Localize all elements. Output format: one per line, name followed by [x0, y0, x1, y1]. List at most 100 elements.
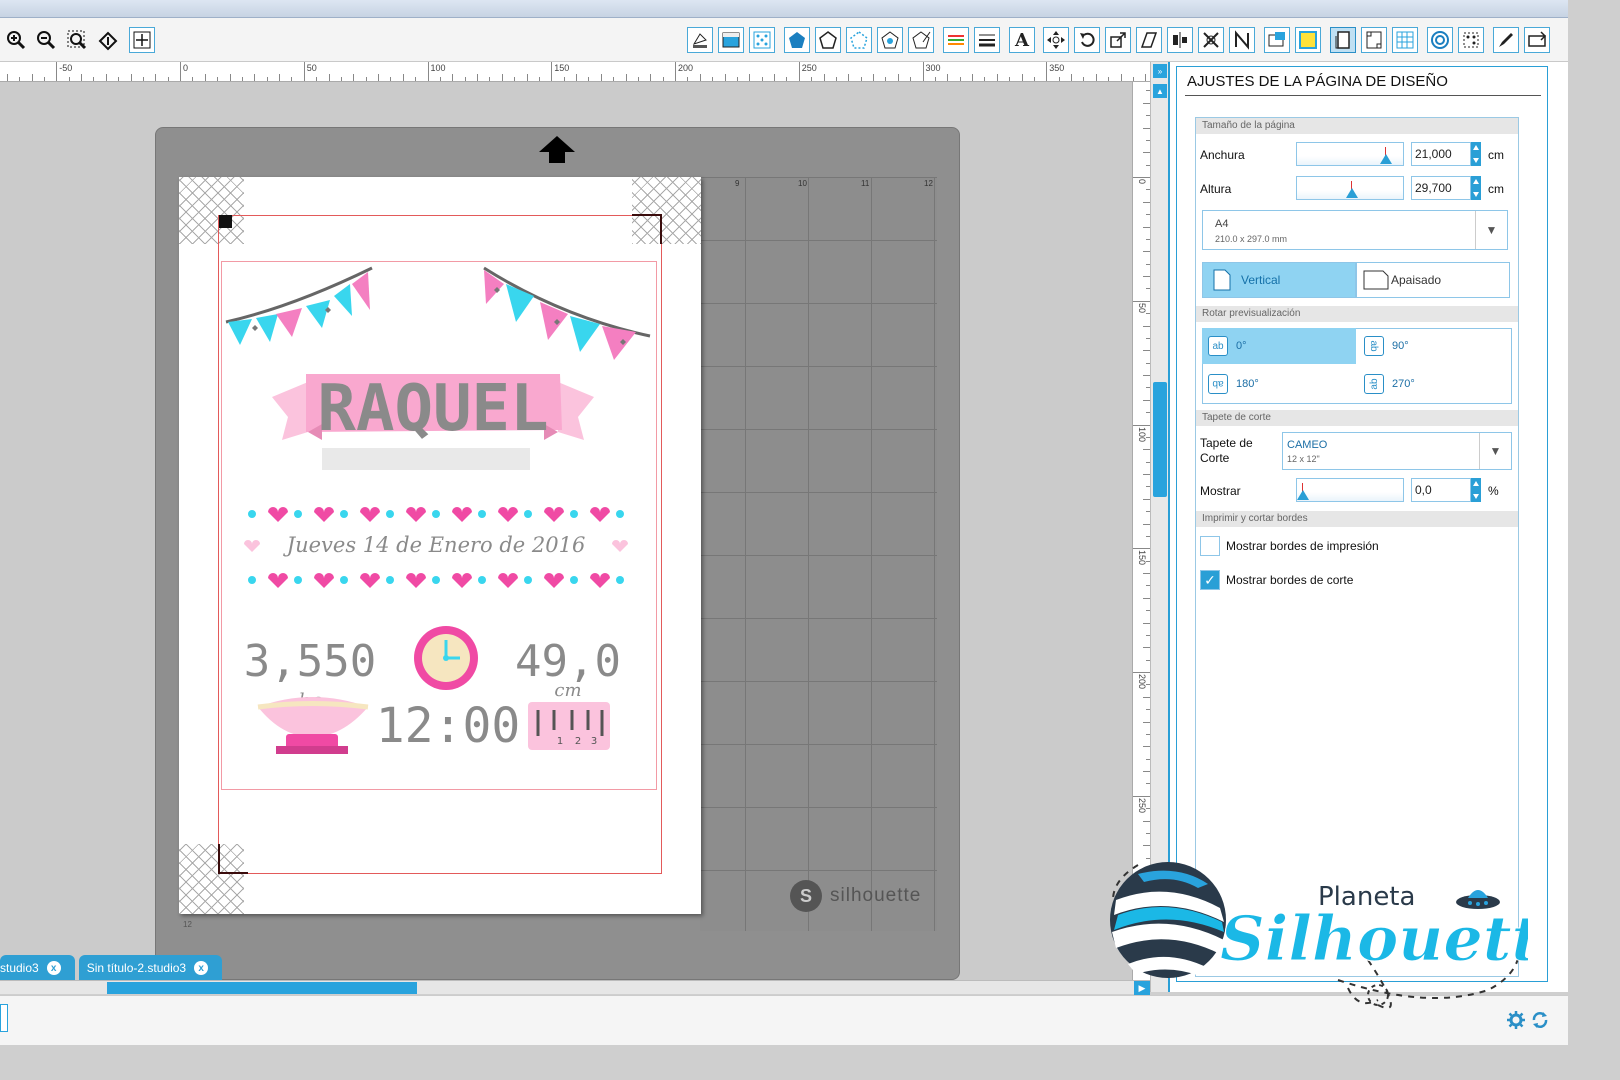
mat-bottom-number: 12	[183, 920, 192, 929]
mat-grid-number: 10	[798, 179, 807, 188]
move-icon[interactable]	[1043, 27, 1069, 53]
slider-knob[interactable]	[1380, 154, 1392, 164]
fill-color-icon[interactable]	[687, 27, 713, 53]
tab-sin-titulo-2[interactable]: Sin título-2.studio3 x	[78, 955, 223, 981]
trace-icon[interactable]	[1458, 27, 1484, 53]
ruler-tick	[996, 74, 998, 81]
send-icon[interactable]	[1524, 27, 1550, 53]
fit-to-page-icon[interactable]	[129, 27, 155, 53]
line-style-icon[interactable]	[815, 27, 841, 53]
print-borders-checkbox[interactable]	[1200, 536, 1220, 556]
sketch-icon[interactable]	[1493, 27, 1519, 53]
page-setup-icon[interactable]	[1330, 27, 1356, 53]
height-slider[interactable]	[1296, 176, 1404, 200]
orientation-landscape-button[interactable]: Apaisado	[1356, 262, 1510, 298]
orientation-vertical-button[interactable]: Vertical	[1202, 262, 1356, 298]
ruler-tick	[56, 62, 58, 81]
cut-borders-checkbox[interactable]: ✓	[1200, 570, 1220, 590]
gradient-icon[interactable]	[718, 27, 744, 53]
ruler-tick	[947, 74, 949, 81]
ruler-tick	[625, 74, 627, 81]
line-colors-icon[interactable]	[943, 27, 969, 53]
nest-icon[interactable]	[1229, 27, 1255, 53]
pan-hand-icon[interactable]	[95, 27, 121, 53]
horizontal-scroll-thumb[interactable]	[107, 982, 417, 994]
print-cut-icon[interactable]	[1295, 27, 1321, 53]
dashed-shape-icon[interactable]	[846, 27, 872, 53]
ruler-label: 100	[1137, 426, 1147, 442]
width-label: Anchura	[1200, 148, 1245, 162]
ruler-tick	[427, 62, 429, 81]
rotate-180-button[interactable]: ab 180°	[1208, 366, 1348, 402]
close-tab-icon[interactable]: x	[194, 961, 209, 975]
vertical-scroll-thumb[interactable]	[1153, 382, 1167, 497]
vertical-scrollbar[interactable]: » ▲	[1150, 62, 1168, 992]
design-store-icon[interactable]	[1264, 27, 1290, 53]
collapse-panel-icon[interactable]: »	[1153, 64, 1167, 78]
ruler-tick	[1133, 177, 1151, 178]
settings-gear-icon[interactable]	[1506, 1010, 1526, 1030]
scale-icon[interactable]	[1105, 27, 1131, 53]
status-field[interactable]	[0, 1004, 8, 1032]
pattern-icon[interactable]	[749, 27, 775, 53]
width-input[interactable]: 21,000	[1411, 142, 1471, 166]
ruler-tick	[699, 74, 701, 81]
portrait-page-icon	[1213, 269, 1231, 291]
mat-grid-number: 11	[861, 179, 870, 188]
small-heart-right	[612, 540, 628, 552]
rotate-icon[interactable]	[1074, 27, 1100, 53]
ruler-tick	[1133, 672, 1151, 673]
align-icon[interactable]	[1167, 27, 1193, 53]
rotate-270-label: 270°	[1392, 378, 1415, 390]
width-slider[interactable]	[1296, 142, 1404, 166]
paper-size-select[interactable]: A4 210.0 x 297.0 mm ▼	[1202, 210, 1508, 250]
ruler-tick	[823, 74, 825, 81]
orientation-landscape-label: Apaisado	[1391, 273, 1442, 287]
close-tab-icon[interactable]: x	[46, 961, 61, 975]
tab-studio3[interactable]: studio3 x	[0, 955, 75, 981]
ruler-tick	[81, 74, 82, 81]
show-label: Mostrar	[1200, 484, 1241, 498]
shape-effect-icon[interactable]	[877, 27, 903, 53]
refresh-icon[interactable]	[1530, 1010, 1550, 1030]
chevron-down-icon[interactable]: ▼	[1475, 211, 1507, 249]
mat-grid-line	[700, 807, 937, 808]
cutting-mat-select[interactable]: CAMEO 12 x 12" ▼	[1282, 432, 1512, 470]
shear-icon[interactable]	[1136, 27, 1162, 53]
line-weight-icon[interactable]	[974, 27, 1000, 53]
mat-show-unit: %	[1488, 484, 1499, 498]
scroll-up-icon[interactable]: ▲	[1153, 84, 1167, 98]
pentagon-icon[interactable]	[784, 27, 810, 53]
replicate-icon[interactable]	[1198, 27, 1224, 53]
rotate-270-button[interactable]: ab 270°	[1364, 366, 1504, 402]
zoom-out-icon[interactable]	[33, 27, 59, 53]
ruler-tick	[204, 74, 206, 81]
mat-show-spinner[interactable]	[1471, 478, 1481, 502]
chevron-down-icon[interactable]: ▼	[1479, 433, 1511, 469]
zoom-selection-icon[interactable]	[64, 27, 90, 53]
offset-icon[interactable]	[1427, 27, 1453, 53]
text-icon[interactable]: A	[1009, 27, 1035, 53]
horizontal-scrollbar[interactable]: ▶	[0, 980, 1150, 995]
slider-knob[interactable]	[1346, 188, 1358, 198]
rotate-90-button[interactable]: ab 90°	[1364, 328, 1504, 364]
height-spinner[interactable]	[1471, 176, 1481, 200]
height-input[interactable]: 29,700	[1411, 176, 1471, 200]
grid-icon[interactable]	[1392, 27, 1418, 53]
ruler-label: 0	[1137, 179, 1147, 185]
edit-points-icon[interactable]	[908, 27, 934, 53]
clock-icon	[414, 626, 478, 690]
zoom-in-icon[interactable]	[3, 27, 29, 53]
width-spinner[interactable]	[1471, 142, 1481, 166]
mat-show-slider[interactable]	[1296, 478, 1404, 502]
slider-knob[interactable]	[1297, 490, 1309, 500]
mat-show-input[interactable]: 0,0	[1411, 478, 1471, 502]
registration-marks-icon[interactable]	[1361, 27, 1387, 53]
mat-grid-line	[700, 681, 937, 682]
rotate-0-button[interactable]: ab 0°	[1202, 328, 1356, 364]
birth-announcement-design[interactable]: RAQUEL Jueves 14 de Enero de 2016 3,550 …	[222, 262, 656, 789]
ruler-label: 200	[678, 63, 694, 73]
measuring-ruler-icon: 1 2 3	[528, 702, 610, 750]
ruler-tick	[972, 74, 973, 81]
orientation-vertical-label: Vertical	[1241, 273, 1281, 287]
